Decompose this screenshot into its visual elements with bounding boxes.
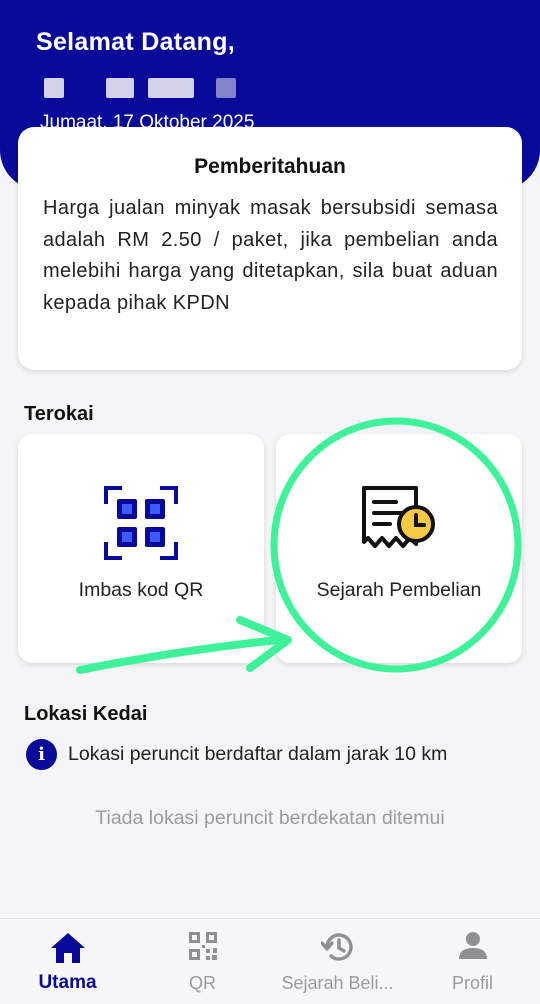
empty-location-message: Tiada lokasi peruncit berdekatan ditemui xyxy=(95,807,445,829)
info-icon: i xyxy=(26,739,57,770)
person-icon xyxy=(458,932,487,959)
nav-label-qr: QR xyxy=(189,973,216,993)
nav-label-profile: Profil xyxy=(451,973,493,993)
greeting-text: Selamat Datang, xyxy=(36,28,236,56)
receipt-clock-icon xyxy=(362,486,435,548)
history-icon xyxy=(320,933,353,961)
scan-qr-label: Imbas kod QR xyxy=(78,579,204,601)
qr-scan-icon xyxy=(104,486,178,560)
location-info-text: Lokasi peruncit berdaftar dalam jarak 10… xyxy=(68,743,448,765)
explore-title: Terokai xyxy=(24,403,94,425)
nav-label-history: Sejarah Beli... xyxy=(281,973,394,993)
nav-item-qr[interactable]: QR xyxy=(135,919,270,1004)
bottom-navigation: Utama QR Sejarah Beli... Profil xyxy=(0,918,540,1004)
notice-body: Harga jualan minyak masak bersubsidi sem… xyxy=(43,197,498,314)
notice-title: Pemberitahuan xyxy=(194,155,346,178)
purchase-history-label: Sejarah Pembelian xyxy=(316,579,482,601)
scan-qr-tile[interactable]: Imbas kod QR xyxy=(18,434,264,663)
home-icon xyxy=(50,933,85,963)
notice-card: Pemberitahuan Harga jualan minyak masak … xyxy=(18,127,522,370)
location-title: Lokasi Kedai xyxy=(24,703,148,725)
nav-item-profile[interactable]: Profil xyxy=(405,919,540,1004)
nav-label-home: Utama xyxy=(38,972,97,993)
purchase-history-tile[interactable]: Sejarah Pembelian xyxy=(276,434,522,663)
redacted-username xyxy=(44,78,244,100)
nav-item-history[interactable]: Sejarah Beli... xyxy=(270,919,405,1004)
qr-icon xyxy=(188,932,217,960)
nav-item-home[interactable]: Utama xyxy=(0,919,135,1004)
